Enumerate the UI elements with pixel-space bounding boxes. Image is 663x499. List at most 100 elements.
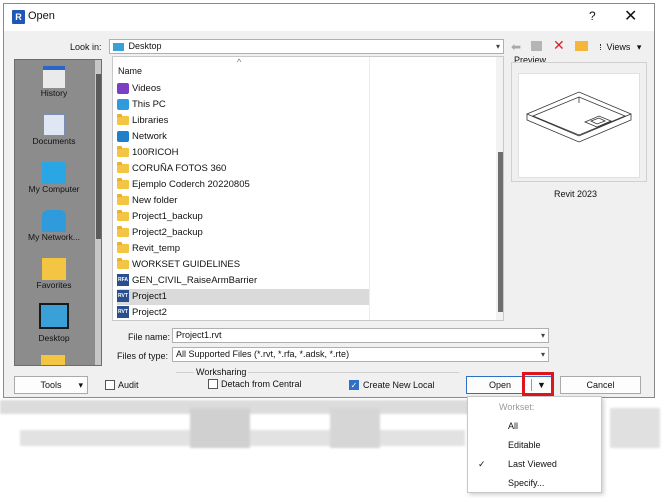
file-row[interactable]: RVT Project1 [117, 289, 369, 305]
file-row-label: Ejemplo Coderch 20220805 [132, 179, 250, 190]
folder-icon [117, 241, 129, 253]
files-of-type-value: All Supported Files (*.rvt, *.rfa, *.ads… [176, 349, 350, 359]
menu-item-label: Editable [508, 440, 541, 450]
place-label: Favorites [36, 280, 72, 290]
place-favorites[interactable]: Favorites [15, 258, 93, 290]
folder-icon [117, 161, 129, 173]
place-my-network[interactable]: My Network... [15, 210, 93, 242]
file-row-label: Revit_temp [132, 243, 181, 254]
views-icon [600, 44, 604, 50]
open-label: Open [489, 380, 512, 390]
preview-panel [511, 62, 647, 182]
file-row[interactable]: This PC [117, 97, 369, 113]
file-row-label: Libraries [132, 115, 169, 126]
place-documents[interactable]: Documents [15, 114, 93, 146]
favorites-folder-icon [42, 258, 66, 280]
dialog-title: Open [28, 10, 55, 22]
place-history[interactable]: History [15, 66, 93, 98]
place-label: History [40, 88, 68, 98]
file-row-label: Videos [132, 83, 161, 94]
place-label: Desktop [38, 333, 70, 343]
file-row-label: This PC [132, 99, 166, 110]
menu-item-all[interactable]: All [508, 421, 518, 431]
file-row-label: Project1 [132, 291, 167, 302]
file-row-label: Project1_backup [132, 211, 203, 222]
rvt-file-icon: RVT [117, 290, 129, 303]
chevron-down-icon: ▾ [495, 42, 500, 51]
menu-item-label: All [508, 421, 519, 431]
delete-icon[interactable]: ✕ [553, 37, 565, 54]
file-name-field[interactable]: Project1.rvt ▾ [172, 328, 549, 343]
file-list-scroll-thumb[interactable] [498, 152, 503, 312]
background-blur [190, 408, 250, 448]
preview-caption: Revit 2023 [554, 189, 598, 199]
desktop-icon [113, 42, 124, 51]
file-row-label: New folder [132, 195, 178, 206]
look-in-value: Desktop [128, 41, 162, 51]
place-label: My Network... [28, 232, 80, 242]
chevron-down-icon: ▾ [540, 350, 545, 359]
detach-checkbox[interactable] [208, 379, 218, 389]
folder-icon [117, 145, 129, 157]
videos-icon [117, 82, 129, 94]
place-desktop[interactable]: Desktop [15, 303, 93, 343]
menu-item-last-viewed[interactable]: Last Viewed [508, 459, 557, 469]
file-row[interactable]: Videos [117, 81, 369, 97]
tools-button[interactable]: Tools ▾ [14, 376, 88, 394]
place-partial-folder-icon [41, 355, 65, 365]
file-row-label: Network [132, 131, 167, 142]
file-row[interactable]: Ejemplo Coderch 20220805 [117, 177, 369, 193]
place-my-computer[interactable]: My Computer [15, 162, 93, 194]
audit-checkbox[interactable] [105, 380, 115, 390]
chevron-down-icon: ▾ [540, 331, 545, 340]
documents-icon [43, 114, 65, 136]
file-name-value: Project1.rvt [176, 330, 222, 340]
menu-item-specify[interactable]: Specify... [508, 478, 544, 488]
menu-item-editable[interactable]: Editable [508, 440, 541, 450]
check-icon: ✓ [478, 459, 486, 469]
views-button[interactable]: Views ▾ [600, 42, 641, 53]
back-icon[interactable]: ⬅ [511, 40, 521, 54]
file-row[interactable]: Revit_temp [117, 241, 369, 257]
file-row[interactable]: WORKSET GUIDELINES [117, 257, 369, 273]
file-row[interactable]: RFA GEN_CIVIL_RaiseArmBarrier [117, 273, 369, 289]
file-row[interactable]: CORUÑA FOTOS 360 [117, 161, 369, 177]
file-row[interactable]: 100RICOH [117, 145, 369, 161]
help-button[interactable]: ? [589, 9, 596, 23]
menu-item-label: Specify... [508, 478, 545, 488]
desktop-icon [39, 303, 69, 329]
open-options-menu: Workset: All Editable ✓ Last Viewed Spec… [467, 396, 602, 493]
file-row[interactable]: Project1_backup [117, 209, 369, 225]
new-folder-icon[interactable] [575, 41, 588, 51]
look-in-combo[interactable]: Desktop ▾ [109, 39, 504, 54]
background-blur [330, 408, 380, 448]
file-row-label: Project2 [132, 307, 167, 318]
file-row[interactable]: Network [117, 129, 369, 145]
files-of-type-select[interactable]: All Supported Files (*.rvt, *.rfa, *.ads… [172, 347, 549, 362]
files-of-type-label: Files of type: [117, 351, 169, 361]
title-bar: R Open ? ✕ [4, 4, 654, 31]
places-scroll-thumb[interactable] [96, 74, 101, 239]
up-folder-icon[interactable] [531, 41, 542, 51]
cancel-label: Cancel [586, 380, 615, 390]
name-column-header[interactable]: ^ Name [113, 57, 369, 83]
places-bar: History Documents My Computer My Network… [14, 59, 102, 366]
folder-icon [117, 209, 129, 221]
create-new-local-checkbox[interactable]: ✓ [349, 380, 359, 390]
file-row-label: 100RICOH [132, 147, 179, 158]
file-row[interactable]: New folder [117, 193, 369, 209]
file-row-label: CORUÑA FOTOS 360 [132, 163, 227, 174]
folder-icon [117, 177, 129, 189]
file-row[interactable]: Project2_backup [117, 225, 369, 241]
cancel-button[interactable]: Cancel [560, 376, 641, 394]
file-row[interactable]: Libraries [117, 113, 369, 129]
file-row-label: Project2_backup [132, 227, 203, 238]
file-row[interactable]: RVT Project2 [117, 305, 369, 320]
open-dialog: R Open ? ✕ Look in: Desktop ▾ ⬅ ✕ Views … [3, 3, 655, 398]
close-button[interactable]: ✕ [624, 6, 637, 26]
column-divider [369, 57, 370, 320]
place-label: My Computer [28, 184, 80, 194]
look-in-label: Look in: [70, 42, 102, 52]
menu-item-label: Last Viewed [508, 459, 557, 469]
detach-label: Detach from Central [221, 379, 302, 389]
